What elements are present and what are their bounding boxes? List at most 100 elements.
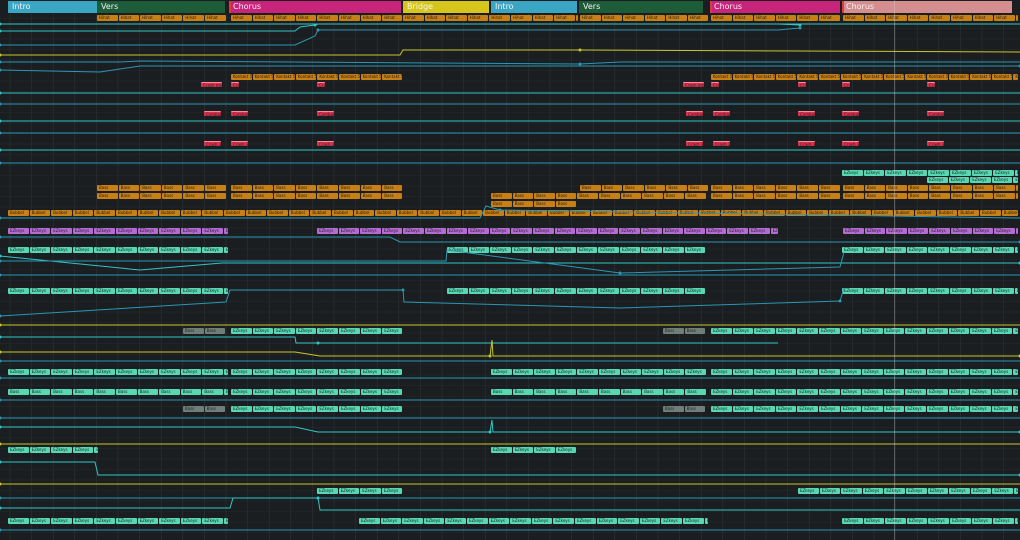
clip-bass[interactable]: Bass	[1015, 185, 1018, 191]
clip-bass[interactable]: Bass	[994, 185, 1015, 191]
clip-bass[interactable]: Bass	[491, 193, 512, 199]
clip-hihat[interactable]: Hihat	[140, 15, 161, 21]
clip-ezkeys[interactable]: EZkeys	[950, 170, 971, 176]
clip-kontakt[interactable]: Kontakt 5	[754, 74, 775, 80]
clip-hihat[interactable]: Hihat	[797, 15, 818, 21]
clip-ezkeys[interactable]: EZkeys	[819, 488, 841, 494]
clip-ezkeys[interactable]: EZkeys	[29, 447, 51, 453]
clip-ezkeys[interactable]: EZkeys	[512, 447, 534, 453]
clip-ezkeys[interactable]: EZkeys	[732, 369, 754, 375]
clip-bass[interactable]: Bass	[183, 185, 204, 191]
clip-ezkeys[interactable]: EZkeys	[948, 369, 970, 375]
clip-ezkeys[interactable]: EZkeys	[447, 247, 468, 253]
clip-ezkeys[interactable]: EZkeys	[905, 369, 926, 375]
clip-bass[interactable]: Bass	[663, 193, 685, 199]
clip-ezkeys[interactable]: EZkeys	[704, 518, 708, 524]
clip-hihat[interactable]: Hihat	[994, 15, 1015, 21]
clip-ezkeys[interactable]: EZkeys	[863, 518, 885, 524]
clip-crash[interactable]: Crash 3	[317, 141, 334, 146]
clip-ezkeys[interactable]: EZkeys	[754, 389, 775, 395]
clip-ezkeys[interactable]: EZkeys	[927, 488, 949, 494]
clip-bass[interactable]: Bass	[205, 193, 226, 199]
clip-ezkeys[interactable]: EZkeys	[94, 228, 115, 234]
clip-kontakt[interactable]: Kontakt 5	[295, 74, 317, 80]
clip-kick[interactable]: Bubbel	[504, 210, 526, 216]
clip-ezkeys[interactable]: EZkeys	[948, 177, 970, 183]
clip-ezkeys[interactable]: EZkeys	[491, 447, 512, 453]
clip-hihat[interactable]: Hihat	[360, 15, 382, 21]
clip-hihat[interactable]: Hihat	[467, 15, 489, 21]
clip-ezkeys[interactable]: EZkeys	[863, 288, 885, 294]
clip-ezkeys[interactable]: EZkeys	[202, 518, 223, 524]
clip-ezkeys[interactable]: EZkeys	[295, 389, 317, 395]
clip-ezkeys[interactable]: EZkeys	[274, 328, 295, 334]
clip-bass[interactable]: Bass	[224, 389, 228, 395]
clip-kick[interactable]: Bubbel	[936, 210, 958, 216]
clip-ezkeys[interactable]: EZkeys	[797, 406, 818, 412]
clip-ezkeys[interactable]: EZkeys	[467, 518, 488, 524]
clip-bass[interactable]: Bass	[577, 389, 598, 395]
clip-ezkeys[interactable]: EZkeys	[993, 247, 1014, 253]
clip-kick[interactable]: Bubbel	[94, 210, 115, 216]
clip-kick[interactable]: Bubbel	[828, 210, 850, 216]
clip-ezkeys[interactable]: EZkeys	[1013, 328, 1018, 334]
clip-bass[interactable]: Bass	[339, 185, 360, 191]
clip-ezkeys[interactable]: EZkeys	[928, 518, 949, 524]
clip-ezkeys[interactable]: EZkeys	[927, 389, 948, 395]
clip-ezkeys[interactable]: EZkeys	[380, 518, 402, 524]
clip-ezkeys[interactable]: EZkeys	[382, 406, 402, 412]
clip-ezkeys[interactable]: EZkeys	[116, 518, 137, 524]
clip-bass[interactable]: Bass	[161, 185, 183, 191]
clip-bass[interactable]: Bass	[534, 389, 555, 395]
clip-bass[interactable]: Bass	[204, 328, 226, 334]
clip-ezkeys[interactable]: EZkeys	[797, 328, 818, 334]
clip-bass[interactable]: Bass	[51, 389, 72, 395]
clip-ezkeys[interactable]: EZkeys	[663, 247, 684, 253]
clip-ezkeys[interactable]: EZkeys	[555, 247, 576, 253]
clip-ezkeys[interactable]: EZkeys	[993, 170, 1014, 176]
clip-kick[interactable]: Bubbel	[332, 210, 353, 216]
clip-hihat[interactable]: Hihat	[205, 15, 226, 21]
clip-hihat[interactable]: Hihat	[1015, 15, 1018, 21]
clip-ezkeys[interactable]: EZkeys	[252, 389, 274, 395]
clip-ezkeys[interactable]: EZkeys	[971, 518, 993, 524]
clip-hihat[interactable]: Hihat	[623, 15, 644, 21]
clip-kick[interactable]: Bubbel	[1001, 210, 1018, 216]
clip-bass[interactable]: Bass	[231, 193, 252, 199]
clip-ezkeys[interactable]: EZkeys	[468, 288, 490, 294]
clip-ezkeys[interactable]: EZkeys	[641, 288, 662, 294]
clip-ezkeys[interactable]: EZkeys	[842, 288, 863, 294]
clip-ezkeys[interactable]: EZkeys	[1015, 228, 1018, 234]
clip-ezkeys[interactable]: EZkeys	[94, 247, 115, 253]
clip-bass[interactable]: Bass	[161, 193, 183, 199]
clip-ezkeys[interactable]: EZkeys	[29, 288, 51, 294]
clip-ezkeys[interactable]: EZkeys	[533, 247, 554, 253]
clip-ezkeys[interactable]: EZkeys	[137, 369, 159, 375]
clip-ezkeys[interactable]: EZkeys	[180, 518, 202, 524]
clip-bass[interactable]: Bass	[512, 201, 534, 207]
clip-kick[interactable]: Bubbel	[461, 210, 483, 216]
clip-kick[interactable]: Bubbel	[51, 210, 72, 216]
clip-ezkeys[interactable]: EZkeys	[202, 369, 223, 375]
clip-kontakt[interactable]: Kontakt 5	[905, 74, 926, 80]
clip-kick[interactable]: Bubbel	[699, 210, 720, 216]
clip-ezkeys[interactable]: EZkeys	[1013, 177, 1018, 183]
clip-bass[interactable]: Bass	[580, 185, 601, 191]
clip-ezkeys[interactable]: EZkeys	[339, 406, 360, 412]
clip-ezkeys[interactable]: EZkeys	[950, 247, 971, 253]
clip-ezkeys[interactable]: EZkeys	[842, 518, 863, 524]
clip-kick[interactable]: Bubbel	[785, 210, 807, 216]
clip-hihat[interactable]: Hihat	[819, 15, 840, 21]
clip-ezkeys[interactable]: EZkeys	[749, 228, 770, 234]
clip-cymbal[interactable]: Cymbal	[317, 111, 334, 116]
clip-ezkeys[interactable]: EZkeys	[339, 369, 360, 375]
clip-ezkeys[interactable]: EZkeys	[905, 406, 926, 412]
clip-bass[interactable]: Bass	[204, 406, 226, 412]
clip-kontakt[interactable]: Kontakt 5	[231, 74, 252, 80]
clip-ezkeys[interactable]: EZkeys	[274, 369, 295, 375]
clip-bass[interactable]: Bass	[623, 185, 644, 191]
clip-ezkeys[interactable]: EZkeys	[555, 369, 577, 375]
clip-ezkeys[interactable]: EZkeys	[711, 389, 732, 395]
clip-ezkeys[interactable]: EZkeys	[906, 170, 928, 176]
clip-ezkeys[interactable]: EZkeys	[862, 328, 883, 334]
